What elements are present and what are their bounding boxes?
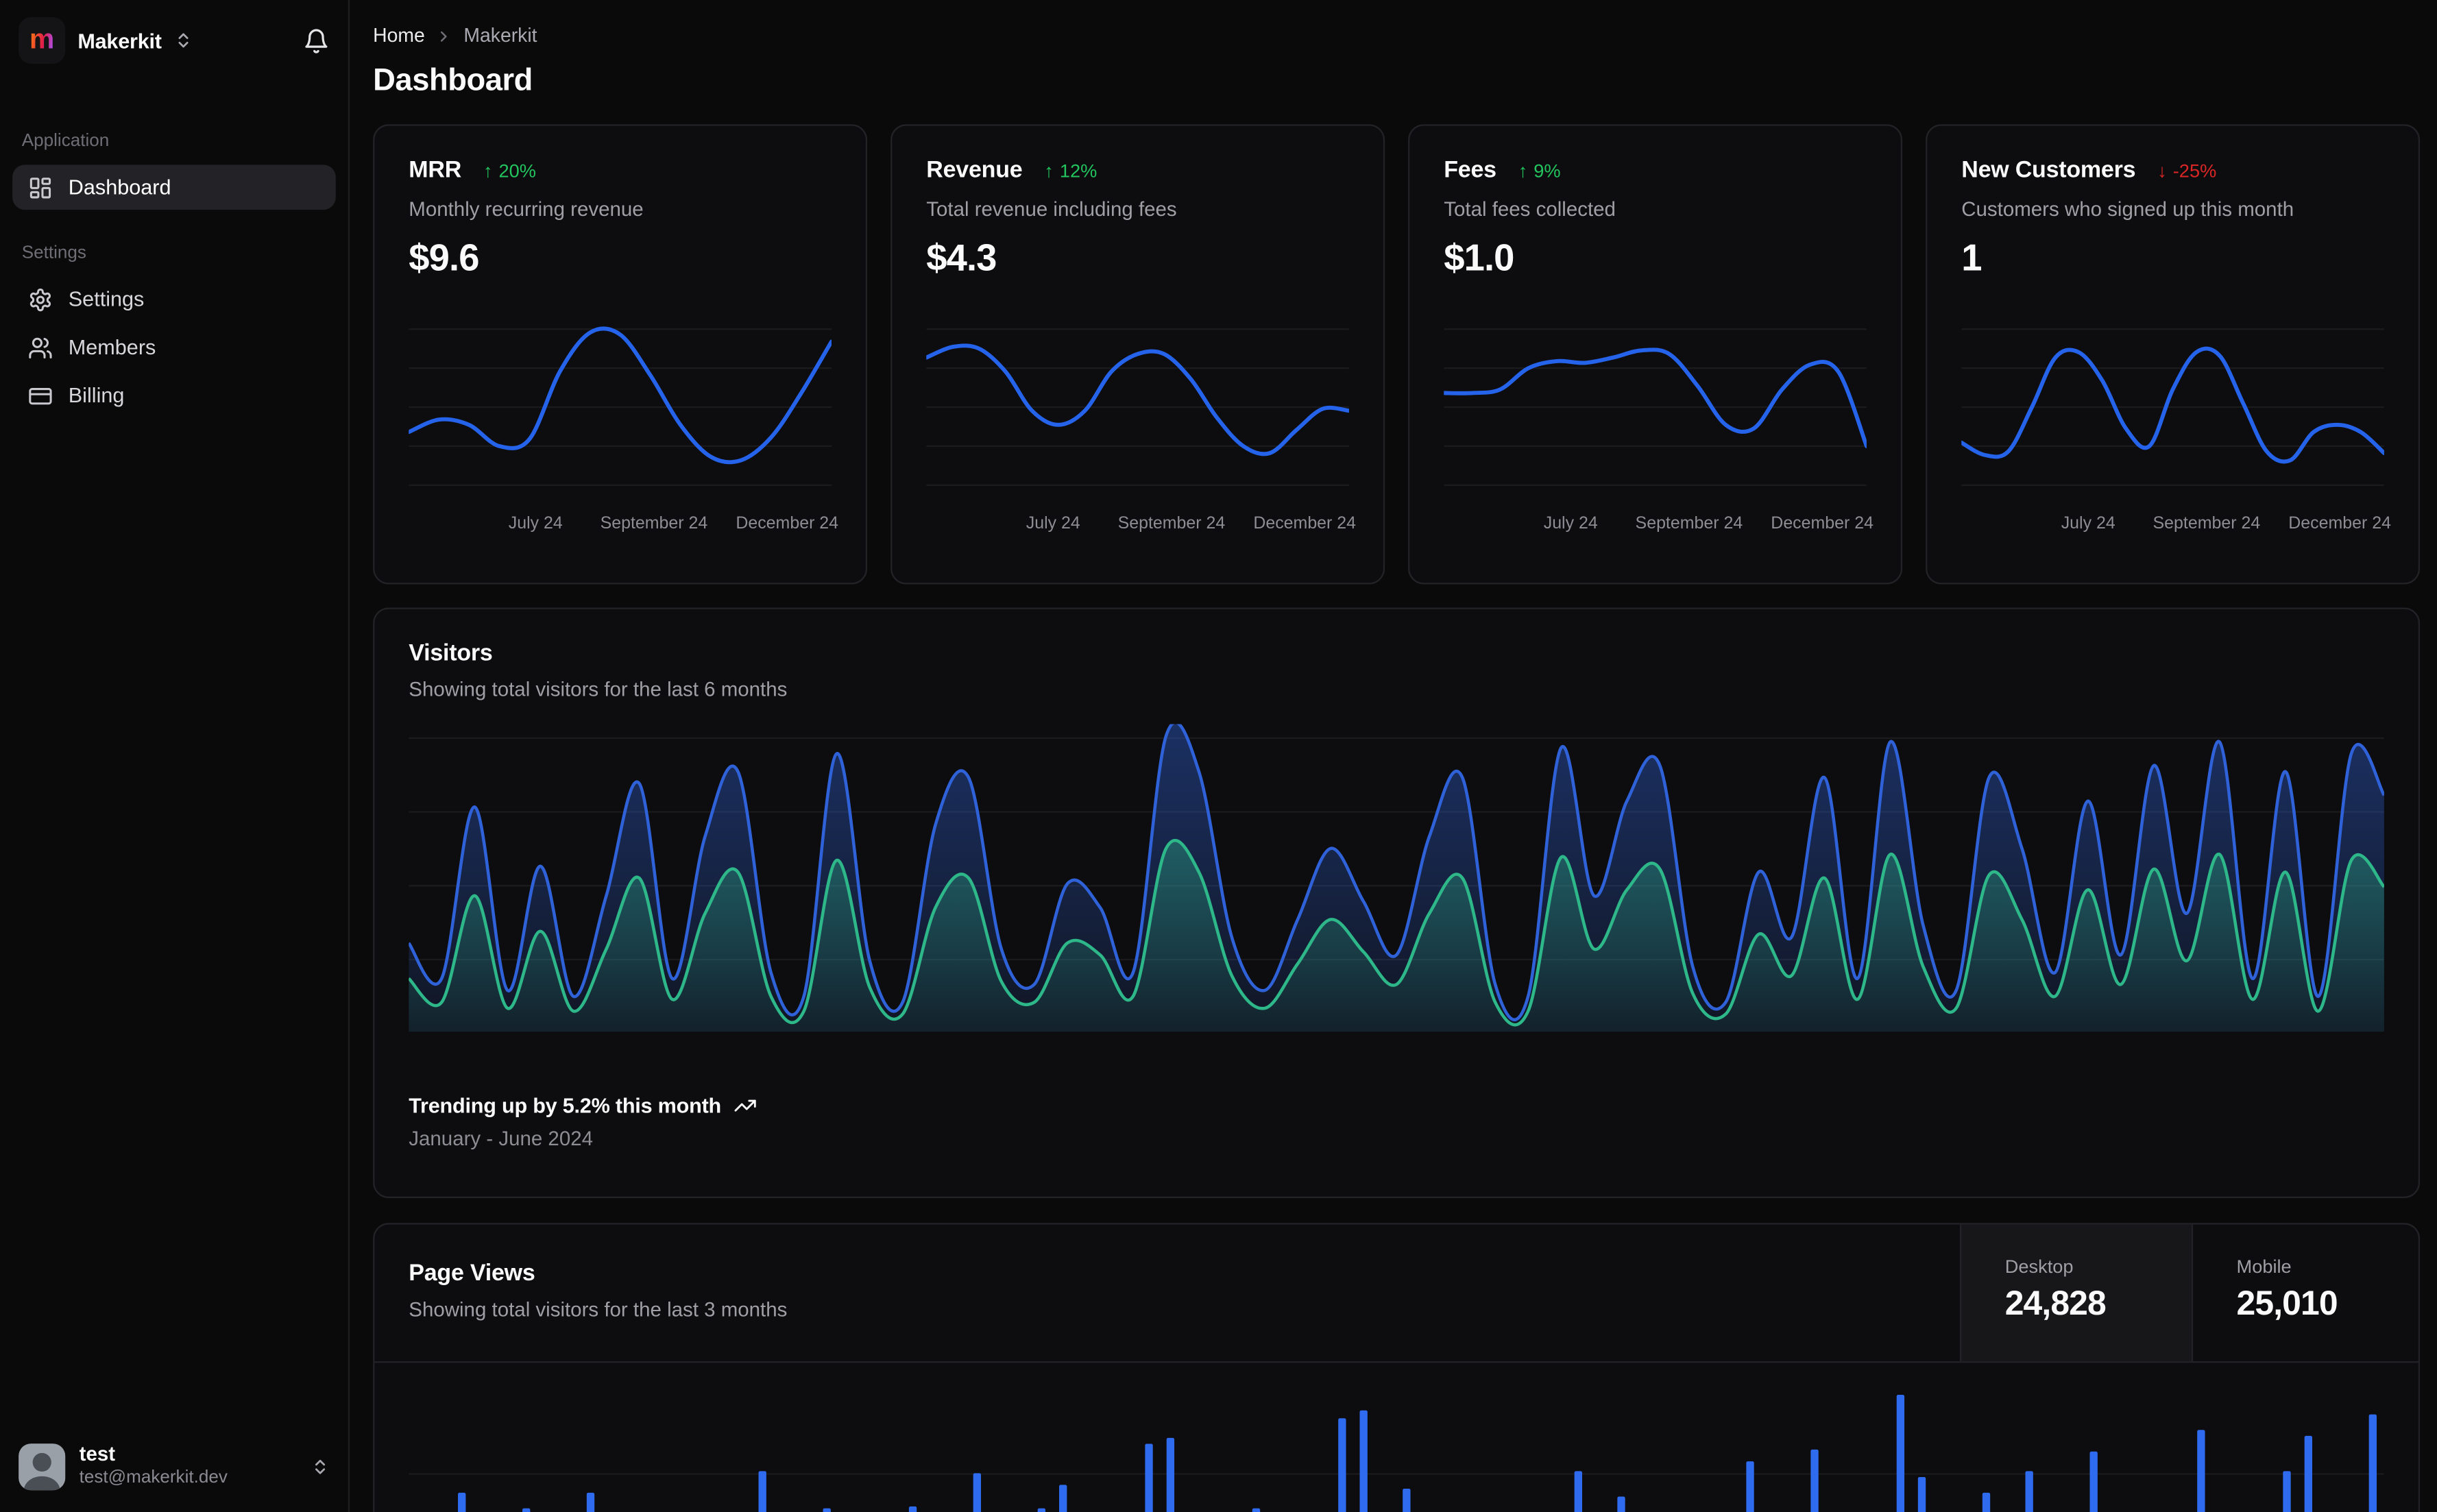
visitors-date-range: January - June 2024 [409, 1127, 2384, 1150]
arrow-up-icon: ↑ [1518, 159, 1528, 181]
fees-sparkline-chart [1444, 319, 1867, 496]
x-axis-ticks: July 24September 24December 24 [1961, 514, 2384, 536]
visitors-area-chart [409, 724, 2384, 1032]
notifications-bell-icon[interactable] [303, 27, 330, 54]
chevron-right-icon [436, 27, 453, 45]
page-views-description: Showing total visitors for the last 3 mo… [409, 1297, 1926, 1321]
stat-description: Total revenue including fees [926, 197, 1349, 221]
visitors-card: Visitors Showing total visitors for the … [373, 607, 2420, 1198]
nav-group-label: Application [22, 132, 326, 151]
tab-label: Mobile [2237, 1256, 2418, 1278]
stat-title: MRR [409, 157, 461, 184]
nav-group-settings: Settings Settings Members Billing [12, 244, 336, 418]
tab-label: Desktop [2005, 1256, 2192, 1278]
page-title: Dashboard [373, 64, 2420, 99]
tab-desktop[interactable]: Desktop 24,828 [1960, 1225, 2192, 1362]
breadcrumb: Home Makerkit [373, 25, 2420, 47]
chevrons-up-down-icon [174, 31, 193, 49]
stat-value: $1.0 [1444, 238, 1867, 281]
user-menu[interactable]: test test@makerkit.dev [12, 1441, 336, 1493]
stat-description: Monthly recurring revenue [409, 197, 832, 221]
workspace-selector[interactable]: m Makerkit [12, 17, 336, 64]
stat-value: $4.3 [926, 238, 1349, 281]
x-axis-ticks: July 24September 24December 24 [926, 514, 1349, 536]
tab-mobile[interactable]: Mobile 25,010 [2192, 1225, 2418, 1362]
stat-card-fees: Fees ↑9% Total fees collected $1.0 July … [1408, 124, 1902, 584]
arrow-up-icon: ↑ [1044, 159, 1054, 181]
trend-badge-up: ↑20% [483, 159, 536, 181]
sidebar-item-dashboard[interactable]: Dashboard [12, 164, 336, 210]
mrr-sparkline-chart [409, 319, 832, 496]
stat-card-grid: MRR ↑20% Monthly recurring revenue $9.6 … [373, 124, 2420, 584]
x-axis-ticks: July 24September 24December 24 [1444, 514, 1867, 536]
makerkit-logo: m [19, 17, 65, 64]
sidebar-item-label: Dashboard [69, 175, 171, 199]
sidebar: m Makerkit Application Dashboard Setting… [0, 0, 350, 1512]
new-customers-sparkline-chart [1961, 319, 2384, 496]
page-views-bar-chart [409, 1363, 2384, 1512]
x-axis-ticks: July 24September 24December 24 [409, 514, 832, 536]
sidebar-item-settings[interactable]: Settings [12, 277, 336, 322]
stat-title: Fees [1444, 157, 1496, 184]
breadcrumb-home-link[interactable]: Home [373, 25, 425, 47]
stat-card-mrr: MRR ↑20% Monthly recurring revenue $9.6 … [373, 124, 867, 584]
visitors-description: Showing total visitors for the last 6 mo… [409, 678, 2384, 701]
nav-group-application: Application Dashboard [12, 132, 336, 210]
scaled-viewport: m Makerkit Application Dashboard Setting… [0, 0, 2437, 1512]
sidebar-item-label: Settings [69, 287, 145, 310]
sidebar-item-members[interactable]: Members [12, 325, 336, 370]
users-icon [28, 335, 53, 360]
stat-title: New Customers [1961, 157, 2135, 184]
avatar [19, 1443, 65, 1490]
stat-value: $9.6 [409, 238, 832, 281]
trend-badge-down: ↓-25% [2157, 159, 2216, 181]
sidebar-item-label: Billing [69, 384, 125, 407]
credit-card-icon [28, 383, 53, 408]
user-email: test@makerkit.dev [80, 1468, 228, 1489]
visitors-footer: Trending up by 5.2% this month January -… [409, 1094, 2384, 1150]
stat-card-revenue: Revenue ↑12% Total revenue including fee… [890, 124, 1385, 584]
trend-badge-up: ↑12% [1044, 159, 1097, 181]
tab-value: 24,828 [2005, 1284, 2192, 1324]
chevrons-up-down-icon [311, 1458, 329, 1476]
revenue-sparkline-chart [926, 319, 1349, 496]
nav-group-label: Settings [22, 244, 326, 263]
makerkit-dashboard-app: m Makerkit Application Dashboard Setting… [0, 0, 2437, 1512]
stat-value: 1 [1961, 238, 2384, 281]
visitors-trend-text: Trending up by 5.2% this month [409, 1094, 721, 1117]
arrow-up-icon: ↑ [483, 159, 493, 181]
dashboard-icon [28, 175, 53, 199]
trend-badge-up: ↑9% [1518, 159, 1561, 181]
user-meta: test test@makerkit.dev [80, 1444, 228, 1489]
page-views-card: Page Views Showing total visitors for th… [373, 1223, 2420, 1512]
stat-description: Total fees collected [1444, 197, 1867, 221]
stat-title: Revenue [926, 157, 1022, 184]
gear-icon [28, 286, 53, 311]
user-name: test [80, 1444, 228, 1466]
main-content: Home Makerkit Dashboard MRR ↑20% Monthly… [350, 0, 2437, 1512]
breadcrumb-current: Makerkit [463, 25, 537, 47]
page-views-header: Page Views Showing total visitors for th… [374, 1225, 2418, 1363]
stat-description: Customers who signed up this month [1961, 197, 2384, 221]
sidebar-item-billing[interactable]: Billing [12, 373, 336, 418]
workspace-name: Makerkit [77, 29, 161, 52]
tab-value: 25,010 [2237, 1284, 2418, 1324]
trending-up-icon [733, 1094, 757, 1117]
arrow-down-icon: ↓ [2157, 159, 2167, 181]
stat-card-new-customers: New Customers ↓-25% Customers who signed… [1926, 124, 2420, 584]
visitors-title: Visitors [409, 640, 2384, 667]
page-views-title: Page Views [409, 1260, 1926, 1287]
sidebar-item-label: Members [69, 336, 156, 359]
